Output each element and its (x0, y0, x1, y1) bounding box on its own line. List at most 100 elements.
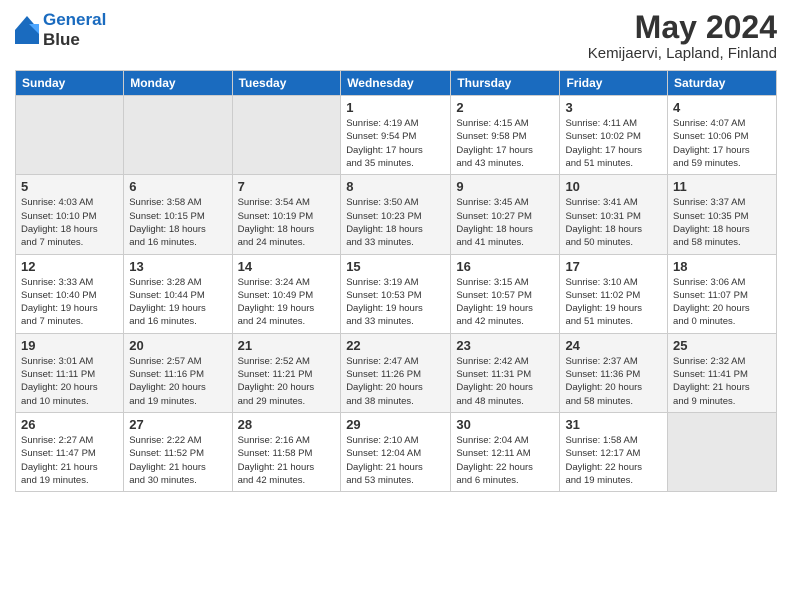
day-cell: 28 Sunrise: 2:16 AM Sunset: 11:58 PM Dayl… (232, 412, 341, 491)
day-number: 15 (346, 259, 445, 274)
day-number: 30 (456, 417, 554, 432)
weekday-header-row: SundayMondayTuesdayWednesdayThursdayFrid… (16, 71, 777, 96)
day-cell: 12Sunrise: 3:33 AM Sunset: 10:40 PM Dayl… (16, 254, 124, 333)
day-info: Sunrise: 2:52 AM Sunset: 11:21 PM Daylig… (238, 355, 336, 408)
calendar-table: SundayMondayTuesdayWednesdayThursdayFrid… (15, 70, 777, 492)
week-row-2: 5Sunrise: 4:03 AM Sunset: 10:10 PM Dayli… (16, 175, 777, 254)
title-block: May 2024 Kemijaervi, Lapland, Finland (588, 10, 777, 62)
day-info: Sunrise: 3:41 AM Sunset: 10:31 PM Daylig… (565, 196, 662, 249)
day-info: Sunrise: 2:04 AM Sunset: 12:11 AM Daylig… (456, 434, 554, 487)
day-cell (16, 96, 124, 175)
day-info: Sunrise: 4:11 AM Sunset: 10:02 PM Daylig… (565, 117, 662, 170)
day-info: Sunrise: 3:58 AM Sunset: 10:15 PM Daylig… (129, 196, 226, 249)
day-number: 6 (129, 179, 226, 194)
day-cell: 22 Sunrise: 2:47 AM Sunset: 11:26 PM Dayl… (341, 333, 451, 412)
day-cell (124, 96, 232, 175)
day-number: 31 (565, 417, 662, 432)
day-info: Sunrise: 3:24 AM Sunset: 10:49 PM Daylig… (238, 276, 336, 329)
day-cell: 16 Sunrise: 3:15 AM Sunset: 10:57 PM Dayl… (451, 254, 560, 333)
day-info: Sunrise: 4:07 AM Sunset: 10:06 PM Daylig… (673, 117, 771, 170)
week-row-1: 1 Sunrise: 4:19 AM Sunset: 9:54 PM Daylig… (16, 96, 777, 175)
day-number: 3 (565, 100, 662, 115)
day-number: 20 (129, 338, 226, 353)
day-info: Sunrise: 2:37 AM Sunset: 11:36 PM Daylig… (565, 355, 662, 408)
day-info: Sunrise: 2:47 AM Sunset: 11:26 PM Daylig… (346, 355, 445, 408)
day-number: 1 (346, 100, 445, 115)
day-cell: 17 Sunrise: 3:10 AM Sunset: 11:02 PM Dayl… (560, 254, 668, 333)
day-number: 28 (238, 417, 336, 432)
day-cell (232, 96, 341, 175)
day-number: 23 (456, 338, 554, 353)
week-row-5: 26 Sunrise: 2:27 AM Sunset: 11:47 PM Dayl… (16, 412, 777, 491)
day-info: Sunrise: 2:42 AM Sunset: 11:31 PM Daylig… (456, 355, 554, 408)
day-info: Sunrise: 4:19 AM Sunset: 9:54 PM Dayligh… (346, 117, 445, 170)
day-number: 11 (673, 179, 771, 194)
weekday-header-friday: Friday (560, 71, 668, 96)
day-number: 8 (346, 179, 445, 194)
day-cell: 23 Sunrise: 2:42 AM Sunset: 11:31 PM Dayl… (451, 333, 560, 412)
day-info: Sunrise: 2:27 AM Sunset: 11:47 PM Daylig… (21, 434, 118, 487)
header: General Blue May 2024 Kemijaervi, Laplan… (15, 10, 777, 62)
day-cell: 29 Sunrise: 2:10 AM Sunset: 12:04 AM Dayl… (341, 412, 451, 491)
day-info: Sunrise: 3:06 AM Sunset: 11:07 PM Daylig… (673, 276, 771, 329)
day-number: 16 (456, 259, 554, 274)
day-number: 2 (456, 100, 554, 115)
day-number: 14 (238, 259, 336, 274)
day-number: 21 (238, 338, 336, 353)
logo-blue: Blue (43, 30, 106, 50)
day-cell: 11 Sunrise: 3:37 AM Sunset: 10:35 PM Dayl… (668, 175, 777, 254)
day-cell: 30 Sunrise: 2:04 AM Sunset: 12:11 AM Dayl… (451, 412, 560, 491)
day-info: Sunrise: 2:16 AM Sunset: 11:58 PM Daylig… (238, 434, 336, 487)
main-title: May 2024 (588, 10, 777, 45)
day-info: Sunrise: 4:03 AM Sunset: 10:10 PM Daylig… (21, 196, 118, 249)
day-info: Sunrise: 2:10 AM Sunset: 12:04 AM Daylig… (346, 434, 445, 487)
day-info: Sunrise: 3:01 AM Sunset: 11:11 PM Daylig… (21, 355, 118, 408)
day-cell: 18Sunrise: 3:06 AM Sunset: 11:07 PM Dayl… (668, 254, 777, 333)
day-info: Sunrise: 3:54 AM Sunset: 10:19 PM Daylig… (238, 196, 336, 249)
day-info: Sunrise: 3:19 AM Sunset: 10:53 PM Daylig… (346, 276, 445, 329)
day-number: 12 (21, 259, 118, 274)
day-number: 25 (673, 338, 771, 353)
day-info: Sunrise: 3:37 AM Sunset: 10:35 PM Daylig… (673, 196, 771, 249)
day-number: 17 (565, 259, 662, 274)
day-cell: 2 Sunrise: 4:15 AM Sunset: 9:58 PM Daylig… (451, 96, 560, 175)
day-info: Sunrise: 4:15 AM Sunset: 9:58 PM Dayligh… (456, 117, 554, 170)
day-info: Sunrise: 3:10 AM Sunset: 11:02 PM Daylig… (565, 276, 662, 329)
day-cell: 25Sunrise: 2:32 AM Sunset: 11:41 PM Dayl… (668, 333, 777, 412)
week-row-3: 12Sunrise: 3:33 AM Sunset: 10:40 PM Dayl… (16, 254, 777, 333)
day-cell: 7 Sunrise: 3:54 AM Sunset: 10:19 PM Dayli… (232, 175, 341, 254)
day-info: Sunrise: 3:15 AM Sunset: 10:57 PM Daylig… (456, 276, 554, 329)
day-cell (668, 412, 777, 491)
day-cell: 21 Sunrise: 2:52 AM Sunset: 11:21 PM Dayl… (232, 333, 341, 412)
week-row-4: 19Sunrise: 3:01 AM Sunset: 11:11 PM Dayl… (16, 333, 777, 412)
weekday-header-monday: Monday (124, 71, 232, 96)
day-number: 22 (346, 338, 445, 353)
logo: General Blue (15, 10, 106, 49)
logo-icon (15, 16, 39, 44)
weekday-header-sunday: Sunday (16, 71, 124, 96)
day-cell: 24Sunrise: 2:37 AM Sunset: 11:36 PM Dayl… (560, 333, 668, 412)
day-cell: 1 Sunrise: 4:19 AM Sunset: 9:54 PM Daylig… (341, 96, 451, 175)
day-cell: 14 Sunrise: 3:24 AM Sunset: 10:49 PM Dayl… (232, 254, 341, 333)
page: General Blue May 2024 Kemijaervi, Laplan… (0, 0, 792, 612)
weekday-header-tuesday: Tuesday (232, 71, 341, 96)
day-cell: 6 Sunrise: 3:58 AM Sunset: 10:15 PM Dayli… (124, 175, 232, 254)
weekday-header-saturday: Saturday (668, 71, 777, 96)
day-cell: 4 Sunrise: 4:07 AM Sunset: 10:06 PM Dayli… (668, 96, 777, 175)
logo-text: General Blue (43, 10, 106, 49)
day-info: Sunrise: 3:45 AM Sunset: 10:27 PM Daylig… (456, 196, 554, 249)
day-info: Sunrise: 3:28 AM Sunset: 10:44 PM Daylig… (129, 276, 226, 329)
day-number: 9 (456, 179, 554, 194)
day-number: 29 (346, 417, 445, 432)
day-number: 7 (238, 179, 336, 194)
day-cell: 15 Sunrise: 3:19 AM Sunset: 10:53 PM Dayl… (341, 254, 451, 333)
day-cell: 3 Sunrise: 4:11 AM Sunset: 10:02 PM Dayli… (560, 96, 668, 175)
day-number: 13 (129, 259, 226, 274)
day-cell: 26 Sunrise: 2:27 AM Sunset: 11:47 PM Dayl… (16, 412, 124, 491)
day-number: 4 (673, 100, 771, 115)
day-info: Sunrise: 1:58 AM Sunset: 12:17 AM Daylig… (565, 434, 662, 487)
day-number: 26 (21, 417, 118, 432)
day-cell: 10Sunrise: 3:41 AM Sunset: 10:31 PM Dayl… (560, 175, 668, 254)
day-info: Sunrise: 2:57 AM Sunset: 11:16 PM Daylig… (129, 355, 226, 408)
subtitle: Kemijaervi, Lapland, Finland (588, 45, 777, 62)
